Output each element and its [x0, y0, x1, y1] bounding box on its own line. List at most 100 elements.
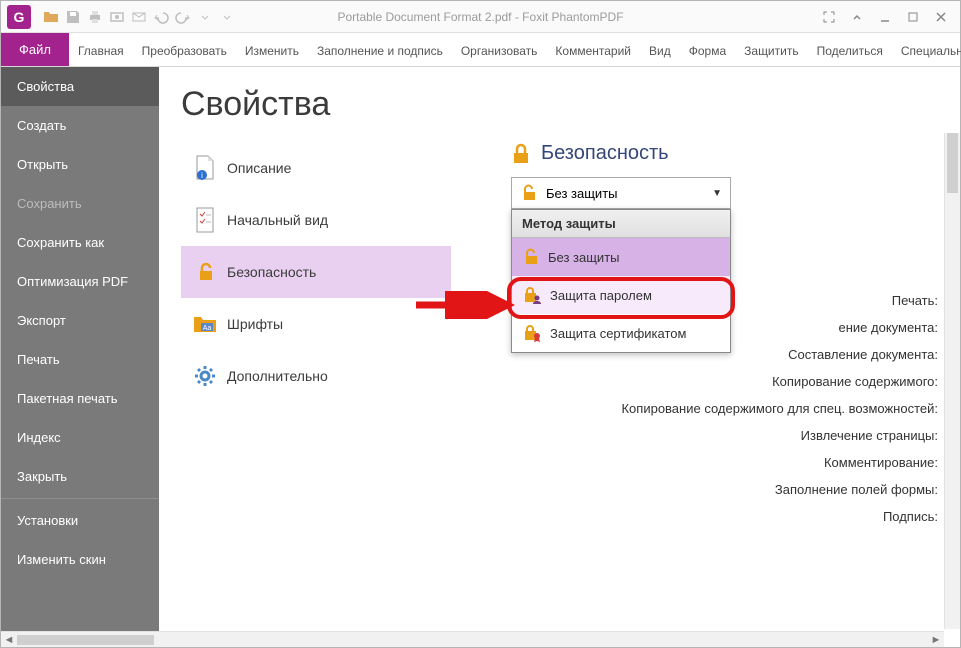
sidebar-item-saveas[interactable]: Сохранить как	[1, 223, 159, 262]
scroll-right-icon[interactable]: ►	[928, 634, 944, 646]
backstage: Свойства Создать Открыть Сохранить Сохра…	[1, 67, 960, 647]
file-tab[interactable]: Файл	[1, 32, 69, 66]
sidebar-item-print[interactable]: Печать	[1, 340, 159, 379]
sidebar-item-open[interactable]: Открыть	[1, 145, 159, 184]
print-icon[interactable]	[85, 7, 105, 27]
security-panel: Безопасность Без защиты ▼ Метод защиты	[511, 142, 938, 209]
ribbon-toggle-icon[interactable]	[844, 6, 870, 28]
tab-form[interactable]: Форма	[680, 36, 735, 66]
perm-form-fill: Заполнение полей формы:	[608, 476, 938, 503]
sidebar-item-export[interactable]: Экспорт	[1, 301, 159, 340]
close-button[interactable]	[928, 6, 954, 28]
snapshot-icon[interactable]	[107, 7, 127, 27]
option-no-protection[interactable]: Без защиты	[512, 238, 730, 276]
prop-tab-label: Шрифты	[227, 316, 283, 332]
titlebar: G Portable Document Format 2.pdf - Foxit…	[1, 1, 960, 33]
sidebar-item-index[interactable]: Индекс	[1, 418, 159, 457]
properties-columns: i Описание Начальный вид	[181, 142, 938, 402]
ribbon-tabs: Файл Главная Преобразовать Изменить Запо…	[1, 33, 960, 67]
tab-convert[interactable]: Преобразовать	[133, 36, 236, 66]
fonts-folder-icon: Aa	[193, 312, 217, 336]
page-title: Свойства	[181, 85, 938, 124]
option-label: Защита паролем	[550, 288, 652, 303]
app-window: G Portable Document Format 2.pdf - Foxit…	[0, 0, 961, 648]
tab-comment[interactable]: Комментарий	[546, 36, 640, 66]
prop-tab-label: Безопасность	[227, 264, 316, 280]
backstage-content: Свойства i Описание Начальный вид	[159, 67, 960, 647]
maximize-button[interactable]	[900, 6, 926, 28]
lock-user-icon	[522, 286, 542, 304]
save-icon[interactable]	[63, 7, 83, 27]
prop-tab-fonts[interactable]: Aa Шрифты	[181, 298, 451, 350]
caret-down-icon: ▼	[712, 188, 722, 199]
tab-organize[interactable]: Организовать	[452, 36, 547, 66]
sidebar-item-preferences[interactable]: Установки	[1, 501, 159, 540]
option-password-protection[interactable]: Защита паролем	[512, 276, 730, 314]
lock-icon	[511, 143, 531, 165]
horizontal-scrollbar[interactable]: ◄ ►	[1, 631, 944, 647]
sidebar-item-properties[interactable]: Свойства	[1, 67, 159, 106]
sidebar-item-save: Сохранить	[1, 184, 159, 223]
app-icon: G	[7, 5, 31, 29]
tab-share[interactable]: Поделиться	[808, 36, 892, 66]
window-controls	[816, 6, 954, 28]
sidebar-item-optimize[interactable]: Оптимизация PDF	[1, 262, 159, 301]
svg-text:Aa: Aa	[203, 325, 212, 332]
tab-edit[interactable]: Изменить	[236, 36, 308, 66]
prop-tab-description[interactable]: i Описание	[181, 142, 451, 194]
scroll-left-icon[interactable]: ◄	[1, 634, 17, 646]
lock-open-icon	[520, 184, 538, 202]
protection-method-dropdown[interactable]: Без защиты ▼ Метод защиты Без защиты	[511, 177, 731, 209]
security-heading: Безопасность	[511, 142, 938, 165]
tab-special[interactable]: Специальные	[892, 36, 961, 66]
properties-tablist: i Описание Начальный вид	[181, 142, 451, 402]
perm-page-extraction: Извлечение страницы:	[608, 422, 938, 449]
undo-icon[interactable]	[151, 7, 171, 27]
sidebar-item-close[interactable]: Закрыть	[1, 457, 159, 496]
checklist-icon	[193, 208, 217, 232]
sidebar-item-batch-print[interactable]: Пакетная печать	[1, 379, 159, 418]
backstage-sidebar: Свойства Создать Открыть Сохранить Сохра…	[1, 67, 159, 647]
scrollbar-thumb[interactable]	[947, 133, 958, 193]
prop-tab-advanced[interactable]: Дополнительно	[181, 350, 451, 402]
email-icon[interactable]	[129, 7, 149, 27]
prop-tab-label: Дополнительно	[227, 368, 328, 384]
tab-view[interactable]: Вид	[640, 36, 680, 66]
undo-dropdown-icon[interactable]	[195, 7, 215, 27]
qat-customize-icon[interactable]	[217, 7, 237, 27]
quick-access-toolbar	[41, 7, 237, 27]
perm-copy: Копирование содержимого:	[608, 368, 938, 395]
prop-tab-initial-view[interactable]: Начальный вид	[181, 194, 451, 246]
scrollbar-thumb[interactable]	[17, 635, 154, 645]
perm-copy-accessibility: Копирование содержимого для спец. возмож…	[608, 395, 938, 422]
gear-icon	[193, 364, 217, 388]
perm-commenting: Комментирование:	[608, 449, 938, 476]
tab-home[interactable]: Главная	[69, 36, 133, 66]
perm-signing: Подпись:	[608, 503, 938, 530]
prop-tab-security[interactable]: Безопасность	[181, 246, 451, 298]
option-label: Без защиты	[548, 250, 620, 265]
tab-fill-sign[interactable]: Заполнение и подпись	[308, 36, 452, 66]
sidebar-item-skin[interactable]: Изменить скин	[1, 540, 159, 579]
redo-icon[interactable]	[173, 7, 193, 27]
security-heading-text: Безопасность	[541, 142, 669, 165]
sidebar-separator	[1, 498, 159, 499]
option-certificate-protection[interactable]: Защита сертификатом	[512, 314, 730, 352]
scroll-track[interactable]	[17, 634, 928, 646]
dropdown-panel: Метод защиты Без защиты	[511, 209, 731, 353]
vertical-scrollbar[interactable]	[944, 133, 960, 629]
tab-protect[interactable]: Защитить	[735, 36, 807, 66]
lock-certificate-icon	[522, 324, 542, 342]
dropdown-selected-value: Без защиты	[546, 186, 618, 201]
open-icon[interactable]	[41, 7, 61, 27]
fullscreen-icon[interactable]	[816, 6, 842, 28]
svg-text:i: i	[201, 171, 203, 180]
sidebar-item-create[interactable]: Создать	[1, 106, 159, 145]
option-label: Защита сертификатом	[550, 326, 686, 341]
prop-tab-label: Описание	[227, 160, 291, 176]
minimize-button[interactable]	[872, 6, 898, 28]
lock-open-icon	[522, 248, 540, 266]
document-info-icon: i	[193, 156, 217, 180]
prop-tab-label: Начальный вид	[227, 212, 328, 228]
dropdown-display[interactable]: Без защиты ▼	[511, 177, 731, 209]
